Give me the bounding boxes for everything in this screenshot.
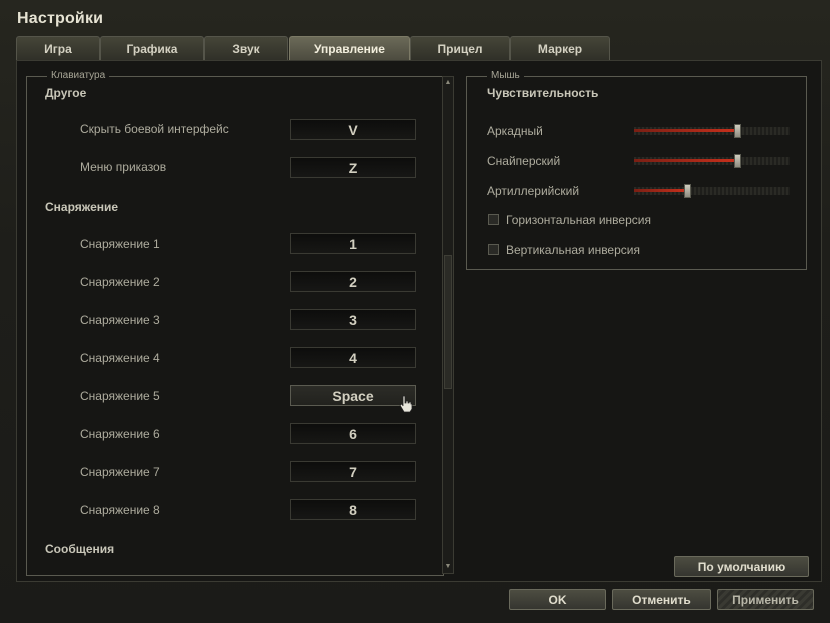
- slider-thumb[interactable]: [734, 154, 741, 168]
- section-title-other: Другое: [45, 86, 87, 100]
- row-label-equipment-3: Снаряжение 3: [80, 313, 160, 327]
- row-label-equipment-7: Снаряжение 7: [80, 465, 160, 479]
- ok-button[interactable]: OK: [509, 589, 606, 610]
- checkbox-label-horizontal-inversion: Горизонтальная инверсия: [506, 213, 651, 227]
- slider-label-sniper: Снайперский: [487, 154, 561, 168]
- slider-label-arcade: Аркадный: [487, 124, 543, 138]
- arrow-up-icon[interactable]: ▲: [443, 78, 453, 88]
- arrow-down-icon[interactable]: ▼: [443, 562, 453, 572]
- keybind-equipment-1[interactable]: 1: [290, 233, 416, 254]
- section-title-messages: Сообщения: [45, 542, 115, 556]
- keybind-equipment-2[interactable]: 2: [290, 271, 416, 292]
- tab-graphics[interactable]: Графика: [100, 36, 204, 60]
- mouse-legend: Мышь: [487, 70, 524, 81]
- slider-sniper[interactable]: [634, 154, 790, 168]
- mouse-group: Мышь: [466, 70, 807, 270]
- tab-controls[interactable]: Управление: [289, 36, 410, 61]
- slider-thumb[interactable]: [734, 124, 741, 138]
- keybind-equipment-8[interactable]: 8: [290, 499, 416, 520]
- sensitivity-title: Чувствительность: [487, 86, 599, 100]
- keyboard-legend: Клавиатура: [47, 70, 110, 81]
- keyboard-scrollbar[interactable]: ▲ ▼: [442, 76, 454, 574]
- keybind-orders-menu[interactable]: Z: [290, 157, 416, 178]
- keybind-equipment-7[interactable]: 7: [290, 461, 416, 482]
- window-title: Настройки: [17, 10, 104, 27]
- slider-thumb[interactable]: [684, 184, 691, 198]
- settings-window: Настройки Игра Графика Звук Управление П…: [0, 0, 830, 623]
- keybind-equipment-3[interactable]: 3: [290, 309, 416, 330]
- row-label-equipment-1: Снаряжение 1: [80, 237, 160, 251]
- section-title-equipment: Снаряжение: [45, 200, 119, 214]
- keybind-equipment-4[interactable]: 4: [290, 347, 416, 368]
- tab-marker[interactable]: Маркер: [510, 36, 610, 60]
- slider-artillery[interactable]: [634, 184, 790, 198]
- slider-fill: [634, 129, 737, 132]
- scrollbar-thumb[interactable]: [444, 255, 452, 389]
- slider-label-artillery: Артиллерийский: [487, 184, 580, 198]
- default-button[interactable]: По умолчанию: [674, 556, 809, 577]
- slider-fill: [634, 189, 687, 192]
- hand-pointer-icon: [399, 395, 413, 413]
- checkbox-vertical-inversion[interactable]: [488, 244, 499, 255]
- tab-sound[interactable]: Звук: [204, 36, 288, 60]
- keybind-hide-hud[interactable]: V: [290, 119, 416, 140]
- cancel-button[interactable]: Отменить: [612, 589, 711, 610]
- row-label-equipment-4: Снаряжение 4: [80, 351, 160, 365]
- keybind-equipment-6[interactable]: 6: [290, 423, 416, 444]
- row-label-hide-hud: Скрыть боевой интерфейс: [80, 122, 229, 136]
- row-label-equipment-8: Снаряжение 8: [80, 503, 160, 517]
- row-label-equipment-2: Снаряжение 2: [80, 275, 160, 289]
- row-label-equipment-6: Снаряжение 6: [80, 427, 160, 441]
- tab-game[interactable]: Игра: [16, 36, 100, 60]
- slider-fill: [634, 159, 737, 162]
- checkbox-horizontal-inversion[interactable]: [488, 214, 499, 225]
- checkbox-label-vertical-inversion: Вертикальная инверсия: [506, 243, 640, 257]
- slider-arcade[interactable]: [634, 124, 790, 138]
- tab-sight[interactable]: Прицел: [410, 36, 510, 60]
- row-label-orders-menu: Меню приказов: [80, 160, 167, 174]
- row-label-equipment-5: Снаряжение 5: [80, 389, 160, 403]
- apply-button[interactable]: Применить: [717, 589, 814, 610]
- keybind-equipment-5[interactable]: Space: [290, 385, 416, 406]
